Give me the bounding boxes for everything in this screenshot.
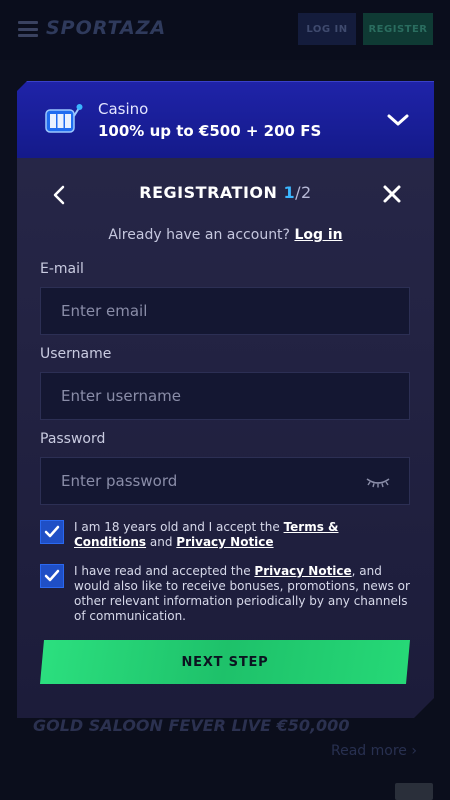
terms-checkbox[interactable]	[40, 520, 64, 544]
terms-text-and: and	[146, 535, 177, 549]
consent-terms-row: I am 18 years old and I accept the Terms…	[40, 520, 415, 550]
password-field-wrapper	[40, 457, 410, 505]
feature-title: GOLD SALOON FEVER LIVE €50,000	[33, 716, 350, 735]
step-total: /2	[295, 183, 312, 202]
badge	[395, 783, 433, 800]
email-field-wrapper	[40, 287, 410, 335]
step-current: 1	[283, 183, 296, 202]
marketing-checkbox[interactable]	[40, 564, 64, 588]
password-label: Password	[40, 431, 106, 447]
slot-machine-icon	[45, 104, 83, 133]
terms-text: I am 18 years old and I accept the Terms…	[74, 520, 414, 550]
registration-title-text: REGISTRATION	[139, 183, 278, 202]
username-field[interactable]	[61, 387, 361, 405]
read-more-link[interactable]: Read more ›	[331, 743, 417, 759]
promo-selector[interactable]: Casino 100% up to €500 + 200 FS	[17, 81, 434, 158]
login-link[interactable]: Log in	[294, 227, 342, 243]
top-bar: SPORTAZA LOG IN REGISTER	[0, 0, 450, 60]
checkmark-icon	[44, 525, 60, 539]
consent-marketing-row: I have read and accepted the Privacy Not…	[40, 564, 415, 624]
have-account-text: Already have an account? Log in	[17, 227, 434, 243]
terms-text-pre: I am 18 years old and I accept the	[74, 520, 284, 534]
checkmark-icon	[44, 569, 60, 583]
have-account-label: Already have an account?	[108, 227, 290, 243]
password-field[interactable]	[61, 472, 361, 490]
marketing-text: I have read and accepted the Privacy Not…	[74, 564, 414, 624]
privacy-link-2[interactable]: Privacy Notice	[254, 564, 351, 578]
privacy-link-1[interactable]: Privacy Notice	[176, 535, 273, 549]
next-step-button[interactable]: NEXT STEP	[40, 640, 410, 684]
register-button[interactable]: REGISTER	[363, 13, 433, 45]
close-icon[interactable]	[381, 183, 403, 205]
promo-category: Casino	[98, 100, 149, 118]
marketing-text-pre: I have read and accepted the	[74, 564, 255, 578]
username-field-wrapper	[40, 372, 410, 420]
registration-title: REGISTRATION 1/2	[17, 183, 434, 202]
username-label: Username	[40, 346, 112, 362]
menu-icon[interactable]	[18, 21, 38, 37]
login-button[interactable]: LOG IN	[298, 13, 356, 45]
email-label: E-mail	[40, 261, 84, 277]
chevron-down-icon[interactable]	[386, 110, 410, 130]
promo-offer: 100% up to €500 + 200 FS	[98, 122, 322, 140]
logo[interactable]: SPORTAZA	[46, 17, 166, 39]
email-field[interactable]	[61, 302, 361, 320]
registration-modal: REGISTRATION 1/2 Already have an account…	[17, 158, 434, 718]
eye-closed-icon[interactable]	[365, 475, 391, 489]
